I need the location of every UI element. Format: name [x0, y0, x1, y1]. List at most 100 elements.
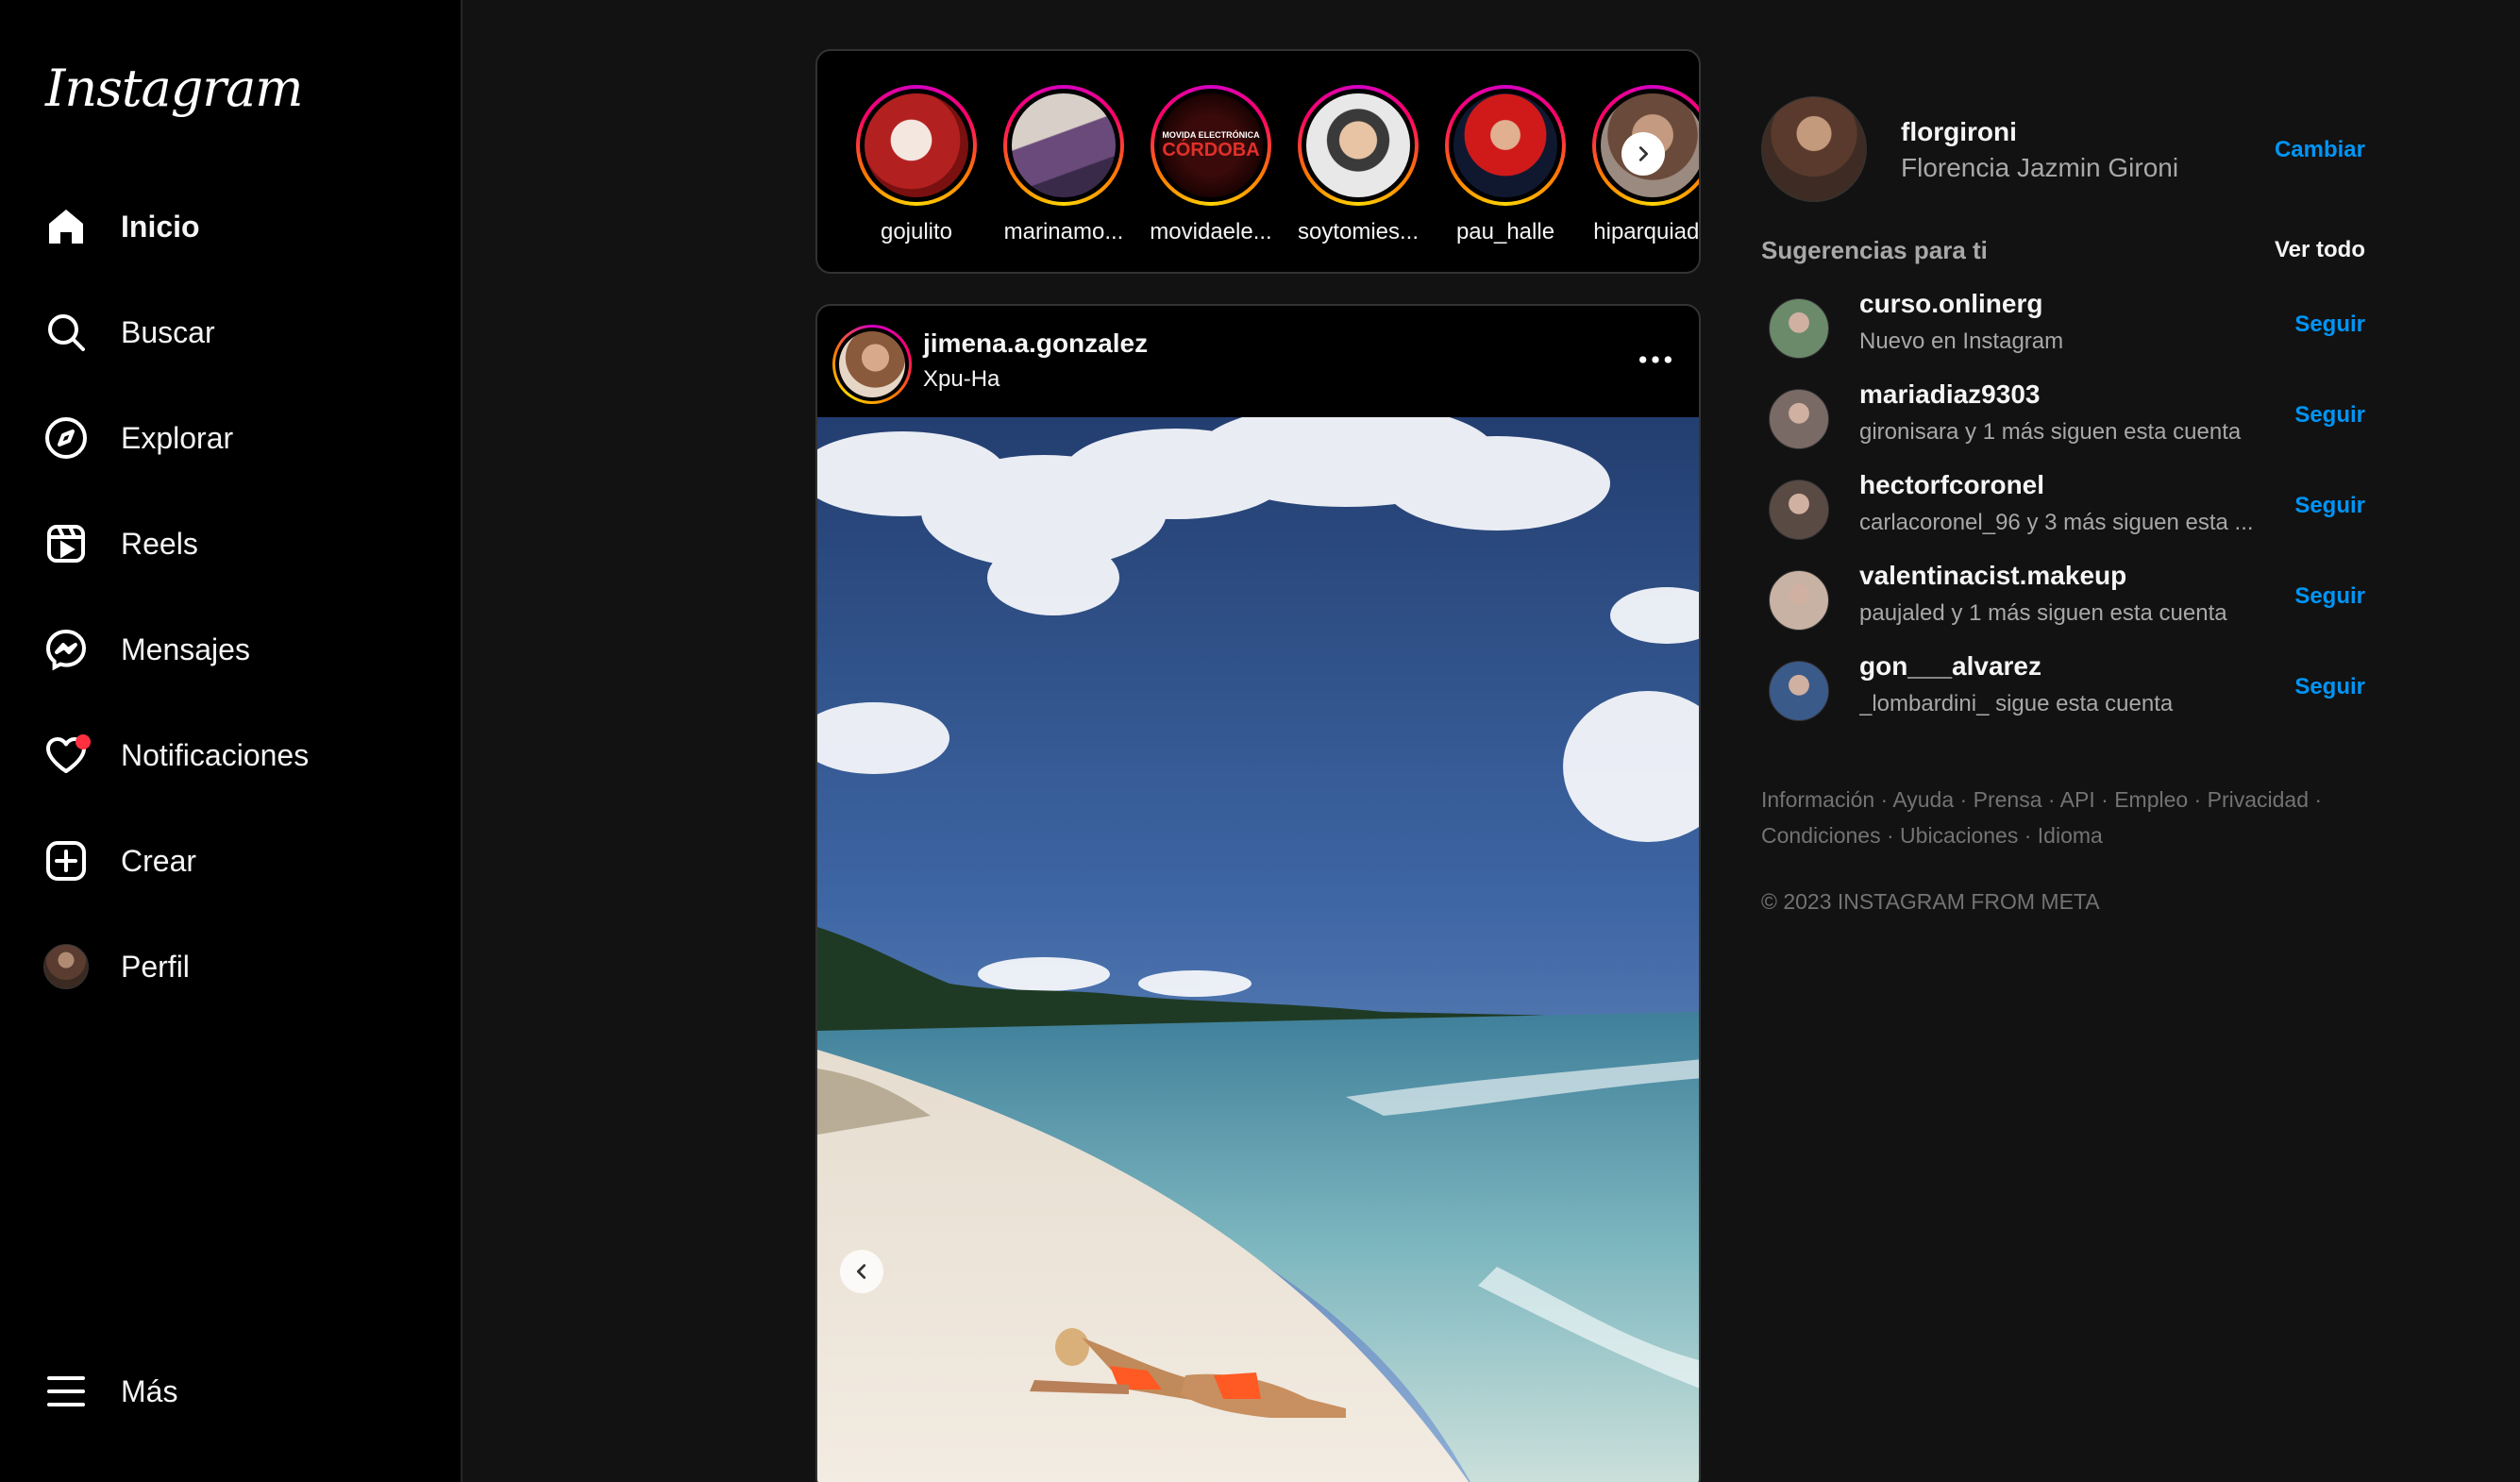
stories-next-button[interactable] — [1621, 132, 1665, 176]
footer-link[interactable]: Ubicaciones — [1900, 823, 2018, 848]
suggestion-item: hectorfcoronel carlacoronel_96 y 3 más si… — [1769, 470, 2365, 542]
sidebar: Instagram Inicio Buscar Explorar Reels M… — [0, 0, 462, 1482]
suggestion-subtitle: _lombardini_ sigue esta cuenta — [1859, 691, 2174, 716]
suggestion-item: mariadiaz9303 gironisara y 1 más siguen e… — [1769, 379, 2365, 451]
avatar[interactable] — [1761, 96, 1867, 202]
avatar[interactable] — [1769, 389, 1829, 449]
footer-links: Información · Ayuda · Prensa · API · Emp… — [1761, 782, 2365, 853]
switch-account-button[interactable]: Cambiar — [2275, 137, 2365, 163]
nav-item-more[interactable]: Más — [38, 1354, 434, 1429]
story-ring — [1445, 85, 1566, 206]
post-avatar-ring[interactable] — [832, 325, 912, 404]
post-image[interactable] — [817, 417, 1701, 1482]
follow-button[interactable]: Seguir — [2294, 402, 2365, 429]
footer-link[interactable]: Empleo — [2114, 787, 2188, 812]
footer-separator: · — [2188, 787, 2208, 812]
footer-separator: · — [2094, 787, 2115, 812]
suggestion-username[interactable]: valentinacist.makeup — [1859, 561, 2126, 591]
instagram-app: Instagram Inicio Buscar Explorar Reels M… — [0, 0, 2520, 1482]
avatar[interactable] — [1769, 480, 1829, 540]
story-item[interactable]: gojulito — [846, 85, 987, 245]
story-avatar — [1453, 93, 1557, 197]
current-user-username[interactable]: florgironi — [1901, 117, 2017, 147]
current-user-fullname: Florencia Jazmin Gironi — [1901, 153, 2179, 182]
story-item[interactable]: pau_halle — [1435, 85, 1576, 245]
follow-button[interactable]: Seguir — [2294, 493, 2365, 519]
chevron-left-icon — [856, 1264, 866, 1279]
suggestion-username[interactable]: mariadiaz9303 — [1859, 379, 2040, 410]
feed-post: jimena.a.gonzalez Xpu-Ha — [815, 304, 1701, 1482]
story-ring-inner — [1007, 89, 1120, 202]
avatar[interactable] — [1769, 570, 1829, 631]
footer-link[interactable]: Condiciones — [1761, 823, 1881, 848]
instagram-logo[interactable]: Instagram — [45, 59, 303, 118]
nav-item-reels[interactable]: Reels — [38, 506, 434, 581]
suggestion-username[interactable]: curso.onlinerg — [1859, 289, 2042, 319]
nav-item-create[interactable]: Crear — [38, 823, 434, 899]
suggestion-item: curso.onlinerg Nuevo en Instagram Seguir — [1769, 289, 2365, 361]
profile-avatar-slot — [38, 938, 94, 995]
follow-button[interactable]: Seguir — [2294, 583, 2365, 610]
nav-item-search[interactable]: Buscar — [38, 295, 434, 370]
story-ring-inner — [1449, 89, 1562, 202]
right-column: florgironi Florencia Jazmin Gironi Cambi… — [1761, 0, 2365, 1482]
story-username: gojulito — [880, 219, 953, 244]
footer-separator: · — [1954, 787, 1974, 812]
footer-link[interactable]: Privacidad — [2208, 787, 2309, 812]
plus-square-icon — [38, 833, 94, 889]
story-ring — [856, 85, 977, 206]
nav-item-messages[interactable]: Mensajes — [38, 612, 434, 687]
suggestion-subtitle: Nuevo en Instagram — [1859, 328, 2064, 354]
nav-label: Notificaciones — [121, 737, 310, 772]
notification-dot — [76, 734, 91, 749]
story-item[interactable]: soytomies... — [1287, 85, 1429, 245]
story-item[interactable]: marinamo... — [993, 85, 1134, 245]
footer-link[interactable]: Información — [1761, 787, 1874, 812]
story-username: hiparquiado — [1593, 219, 1701, 244]
footer-link[interactable]: Ayuda — [1892, 787, 1954, 812]
copyright: © 2023 INSTAGRAM FROM META — [1761, 889, 2100, 914]
story-avatar: MOVIDA ELECTRÓNICA CÓRDOBA — [1159, 93, 1263, 197]
avatar[interactable] — [1769, 298, 1829, 359]
story-thumb-text-small: MOVIDA ELECTRÓNICA — [1162, 129, 1260, 140]
suggestion-username[interactable]: hectorfcoronel — [1859, 470, 2044, 500]
reels-icon — [38, 515, 94, 572]
follow-button[interactable]: Seguir — [2294, 312, 2365, 338]
nav-label: Inicio — [121, 209, 200, 244]
nav-item-profile[interactable]: Perfil — [38, 929, 434, 1004]
nav-item-explore[interactable]: Explorar — [38, 400, 434, 476]
story-ring-inner — [860, 89, 973, 202]
heart-icon — [38, 727, 94, 783]
post-avatar-inner — [835, 328, 909, 401]
post-prev-button[interactable] — [840, 1250, 883, 1293]
avatar — [839, 331, 905, 397]
nav-label: Reels — [121, 526, 198, 561]
footer-link[interactable]: Prensa — [1974, 787, 2042, 812]
post-username[interactable]: jimena.a.gonzalez — [923, 328, 1148, 359]
suggestion-subtitle: gironisara y 1 más siguen esta cuenta — [1859, 419, 2242, 445]
story-ring — [1003, 85, 1124, 206]
more-options-icon[interactable] — [1637, 345, 1674, 374]
chevron-right-icon — [1638, 146, 1649, 161]
follow-button[interactable]: Seguir — [2294, 674, 2365, 700]
footer-separator: · — [1874, 787, 1893, 812]
story-avatar — [1306, 93, 1410, 197]
see-all-button[interactable]: Ver todo — [2275, 237, 2365, 263]
suggestion-username[interactable]: gon___alvarez — [1859, 651, 2041, 682]
story-item[interactable]: MOVIDA ELECTRÓNICA CÓRDOBA movidaele... — [1140, 85, 1282, 245]
story-username: soytomies... — [1297, 219, 1420, 244]
home-icon — [38, 198, 94, 255]
search-icon — [38, 304, 94, 361]
stories-tray: gojulito marinamo... MOVIDA ELECTRÓNICA … — [815, 49, 1701, 274]
nav-item-home[interactable]: Inicio — [38, 189, 434, 264]
post-location[interactable]: Xpu-Ha — [923, 366, 1000, 393]
nav-item-notifications[interactable]: Notificaciones — [38, 717, 434, 793]
suggestions-title: Sugerencias para ti — [1761, 236, 1988, 264]
footer-separator: · — [1880, 823, 1901, 848]
footer-link[interactable]: Idioma — [2038, 823, 2103, 848]
compass-icon — [38, 410, 94, 466]
story-username: marinamo... — [1003, 219, 1124, 244]
story-thumb-text-large: CÓRDOBA — [1162, 139, 1260, 160]
footer-link[interactable]: API — [2060, 787, 2095, 812]
avatar[interactable] — [1769, 661, 1829, 721]
